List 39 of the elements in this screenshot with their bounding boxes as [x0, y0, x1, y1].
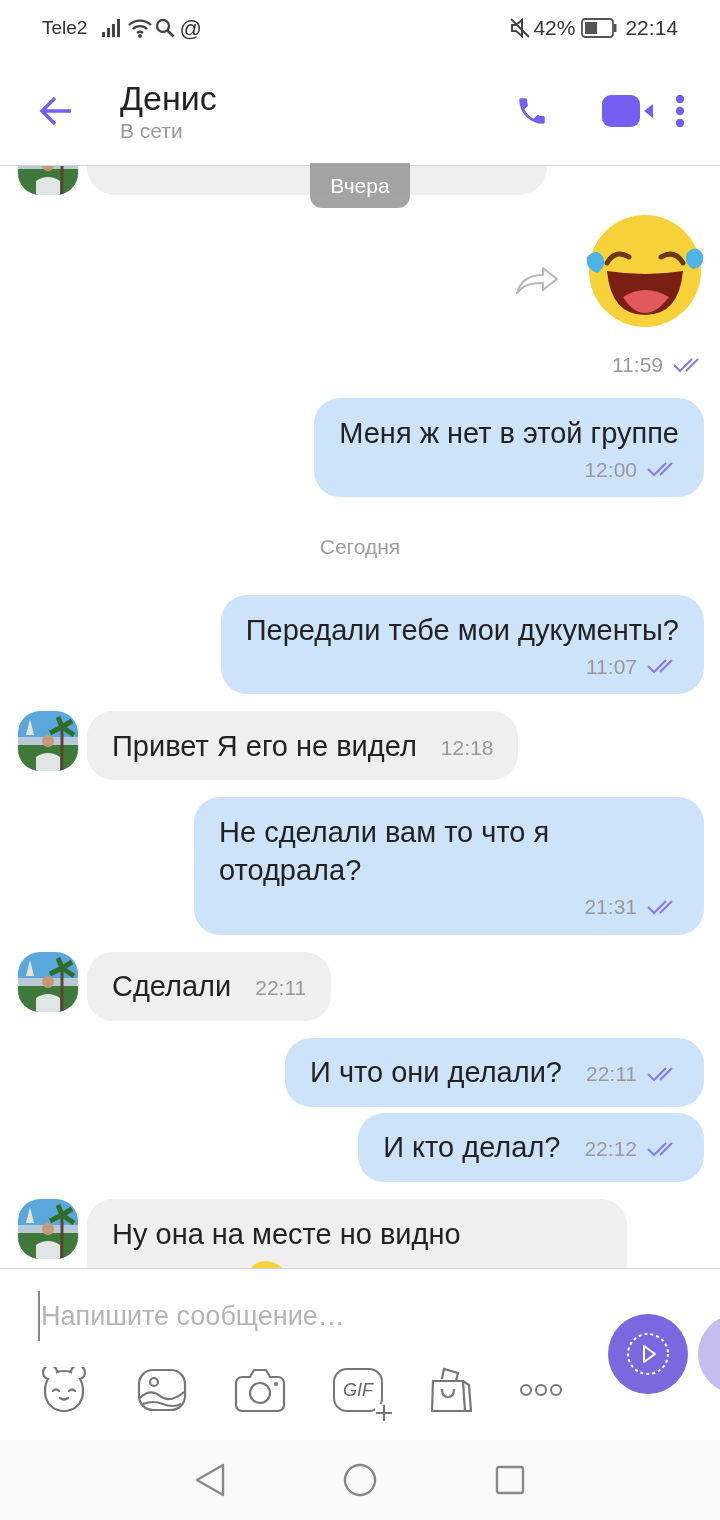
contact-status: В сети: [120, 117, 184, 144]
more-options-icon[interactable]: [519, 1383, 563, 1397]
shopping-bag-icon[interactable]: [430, 1367, 472, 1413]
message-text: Не сделали вам то что я отодрала?: [219, 815, 551, 888]
message-text: Меня ж нет в этой группе: [339, 415, 679, 451]
date-chip: Вчера: [310, 163, 410, 208]
message-time: 11:59: [612, 352, 663, 378]
clock: 22:14: [625, 15, 678, 42]
message-time: 22:12: [584, 1136, 637, 1163]
more-menu-button[interactable]: [674, 92, 686, 129]
message-time: 22:11: [255, 975, 307, 1002]
contact-name: Денис: [120, 77, 218, 118]
wifi-icon: [127, 17, 154, 39]
carrier-name: Tele2: [42, 15, 88, 40]
video-call-button[interactable]: [602, 92, 654, 129]
message-time: 11:07: [586, 653, 637, 680]
mute-icon: [509, 17, 532, 39]
message-time: 12:00: [584, 456, 637, 483]
home-nav-button[interactable]: [343, 1463, 377, 1497]
message-time: 21:31: [584, 894, 637, 920]
message-text: Сделали: [112, 969, 232, 1004]
gallery-icon[interactable]: [137, 1368, 187, 1412]
camera-icon[interactable]: [234, 1367, 286, 1413]
message-time: 22:11: [586, 1061, 637, 1088]
message-text: Привет Я его не видел: [112, 728, 417, 764]
back-nav-button[interactable]: [195, 1463, 225, 1497]
battery-icon: [581, 18, 618, 38]
date-separator: Сегодня: [319, 534, 401, 560]
notification-glyph: @: [179, 14, 202, 43]
search-icon: [155, 18, 176, 38]
message-text: И что они делали?: [310, 1055, 562, 1090]
message-text: Ну она на месте но видно: [112, 1216, 462, 1252]
recents-nav-button[interactable]: [495, 1465, 525, 1495]
message-time: 12:18: [440, 734, 494, 761]
battery-percent: 42%: [533, 15, 576, 42]
message-input-field[interactable]: Напишите сообщение…: [38, 1291, 578, 1341]
message-text: Передали тебе мои дукументы?: [245, 612, 679, 648]
video-record-icon: [625, 1331, 671, 1377]
message-text: И кто делал?: [383, 1130, 561, 1165]
